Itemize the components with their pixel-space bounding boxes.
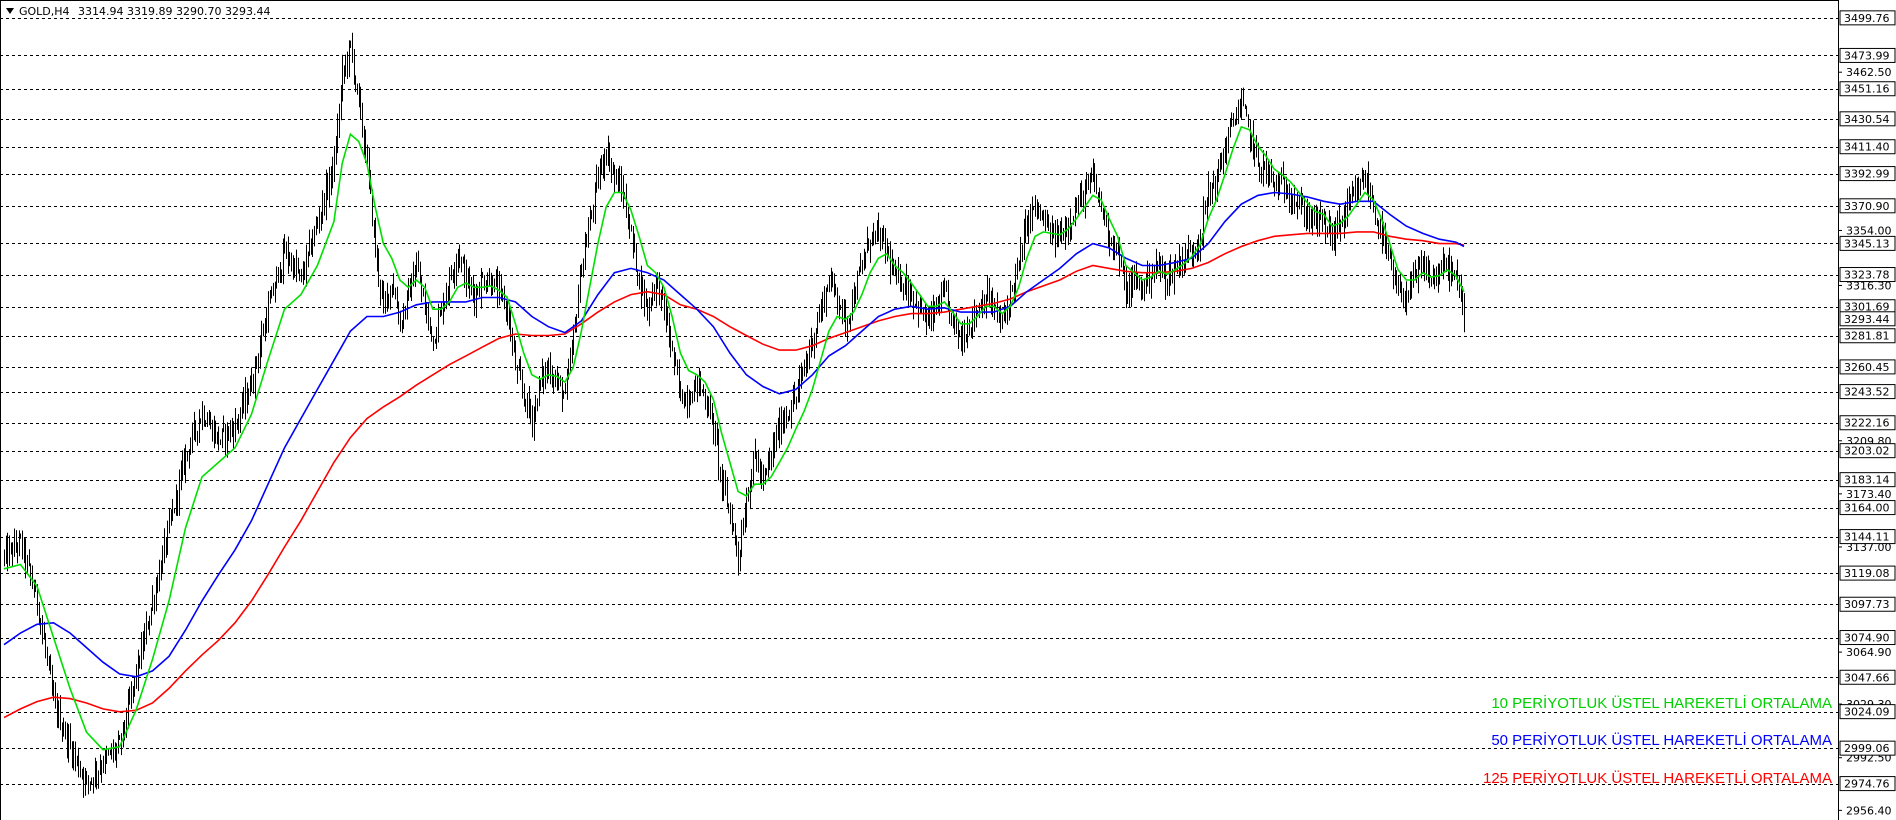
level-label: 3203.02 [1844, 445, 1890, 458]
symbol-label: GOLD,H4 [19, 5, 70, 18]
level-label: 3119.08 [1844, 567, 1890, 580]
level-label: 3370.90 [1844, 200, 1890, 213]
scale-tick-label: 3064.90 [1846, 646, 1892, 659]
scale-tick-label: 2956.40 [1846, 804, 1892, 817]
legend: 10 PERİYOTLUK ÜSTEL HAREKETLİ ORTALAMA 5… [1483, 694, 1832, 787]
level-label: 2974.76 [1844, 778, 1890, 791]
level-label: 2999.06 [1844, 742, 1890, 755]
level-label: 3047.66 [1844, 671, 1890, 684]
level-label: 3430.54 [1844, 113, 1890, 126]
level-label: 3183.14 [1844, 474, 1890, 487]
level-label: 3392.99 [1844, 168, 1890, 181]
level-label: 3074.90 [1844, 632, 1890, 645]
scale-tick-label: 3462.50 [1846, 66, 1892, 79]
legend-ema10: 10 PERİYOTLUK ÜSTEL HAREKETLİ ORTALAMA [1491, 694, 1832, 712]
level-label: 3281.81 [1844, 330, 1890, 343]
level-label: 3411.40 [1844, 141, 1890, 154]
ohlc-values: 3314.94 3319.89 3290.70 3293.44 [78, 5, 270, 18]
price-chart[interactable]: GOLD,H4 3314.94 3319.89 3290.70 3293.44 … [0, 0, 1896, 820]
level-label: 3024.09 [1844, 706, 1890, 719]
level-label: 3473.99 [1844, 49, 1890, 62]
legend-ema50: 50 PERİYOTLUK ÜSTEL HAREKETLİ ORTALAMA [1491, 731, 1832, 749]
scale-tick-label: 3354.00 [1846, 224, 1892, 237]
current-price-label: 3293.44 [1844, 313, 1890, 326]
level-label: 3499.76 [1844, 12, 1890, 25]
level-label: 3323.78 [1844, 269, 1890, 282]
scale-tick-label: 3173.40 [1846, 488, 1892, 501]
level-label: 3243.52 [1844, 386, 1890, 399]
chart-title: GOLD,H4 3314.94 3319.89 3290.70 3293.44 [6, 5, 270, 18]
legend-ema125: 125 PERİYOTLUK ÜSTEL HAREKETLİ ORTALAMA [1483, 769, 1832, 787]
level-label: 3144.11 [1844, 531, 1890, 544]
level-label: 3222.16 [1844, 417, 1890, 430]
level-label: 3164.00 [1844, 502, 1890, 515]
level-label: 3260.45 [1844, 361, 1890, 374]
level-label: 3345.13 [1844, 237, 1890, 250]
level-label: 3451.16 [1844, 83, 1890, 96]
level-label: 3097.73 [1844, 598, 1890, 611]
